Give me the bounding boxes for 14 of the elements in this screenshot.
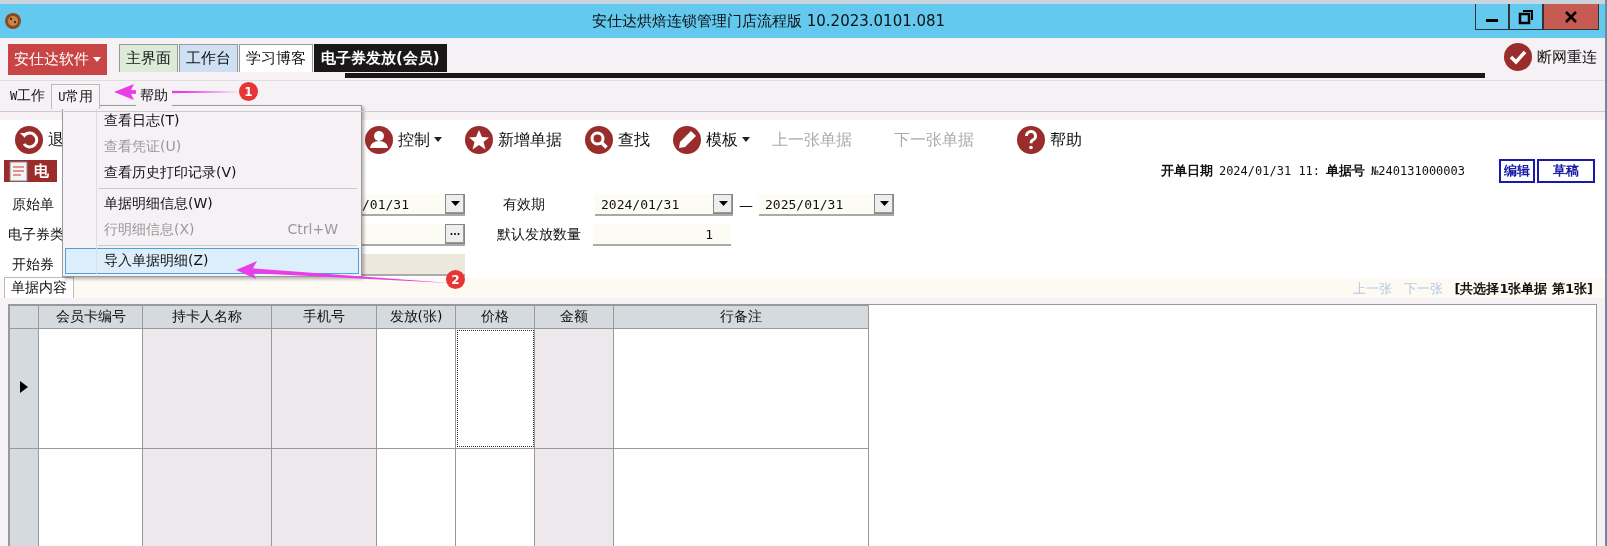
window-title: 安仕达烘焙连锁管理门店流程版 10.2023.0101.081 bbox=[592, 11, 946, 31]
field-label: 电子券类 bbox=[7, 226, 65, 244]
number-value: №240131000003 bbox=[1371, 164, 1465, 178]
field-label: 默认发放数量 bbox=[496, 226, 581, 244]
document-title: 电 bbox=[4, 160, 57, 182]
date-label: 开单日期 bbox=[1160, 162, 1213, 180]
field-label: 原始单 bbox=[11, 196, 55, 214]
date-value: 2024/01/31 11: bbox=[1218, 164, 1321, 178]
field-label: 开始券 bbox=[11, 256, 55, 274]
field-label: 有效期 bbox=[502, 196, 546, 214]
selection-summary: [共选择1张单据 第1张] bbox=[1454, 280, 1593, 298]
number-label: 单据号 bbox=[1326, 162, 1366, 180]
range-dash: — bbox=[739, 197, 753, 213]
step-badge: 1 bbox=[239, 82, 258, 101]
